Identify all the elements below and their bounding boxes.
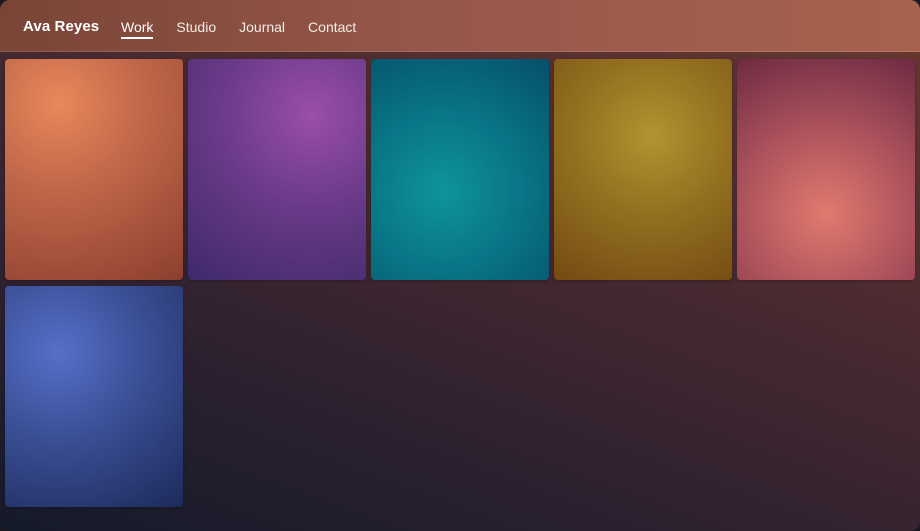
main-nav: Work Studio Journal Contact xyxy=(121,18,356,39)
nav-link-contact[interactable]: Contact xyxy=(308,18,356,39)
work-gallery-grid xyxy=(5,59,915,507)
site-brand[interactable]: Ava Reyes xyxy=(23,18,99,35)
nav-link-work[interactable]: Work xyxy=(121,18,154,39)
nav-link-studio[interactable]: Studio xyxy=(176,18,216,39)
work-card-4[interactable] xyxy=(554,59,732,280)
nav-link-journal[interactable]: Journal xyxy=(239,18,285,39)
work-card-6[interactable] xyxy=(5,286,183,507)
work-card-5[interactable] xyxy=(737,59,915,280)
top-navigation-bar: Ava Reyes Work Studio Journal Contact xyxy=(0,0,920,52)
work-card-1[interactable] xyxy=(5,59,183,280)
work-card-3[interactable] xyxy=(371,59,549,280)
portfolio-window: Ava Reyes Work Studio Journal Contact xyxy=(0,0,920,531)
work-card-2[interactable] xyxy=(188,59,366,280)
